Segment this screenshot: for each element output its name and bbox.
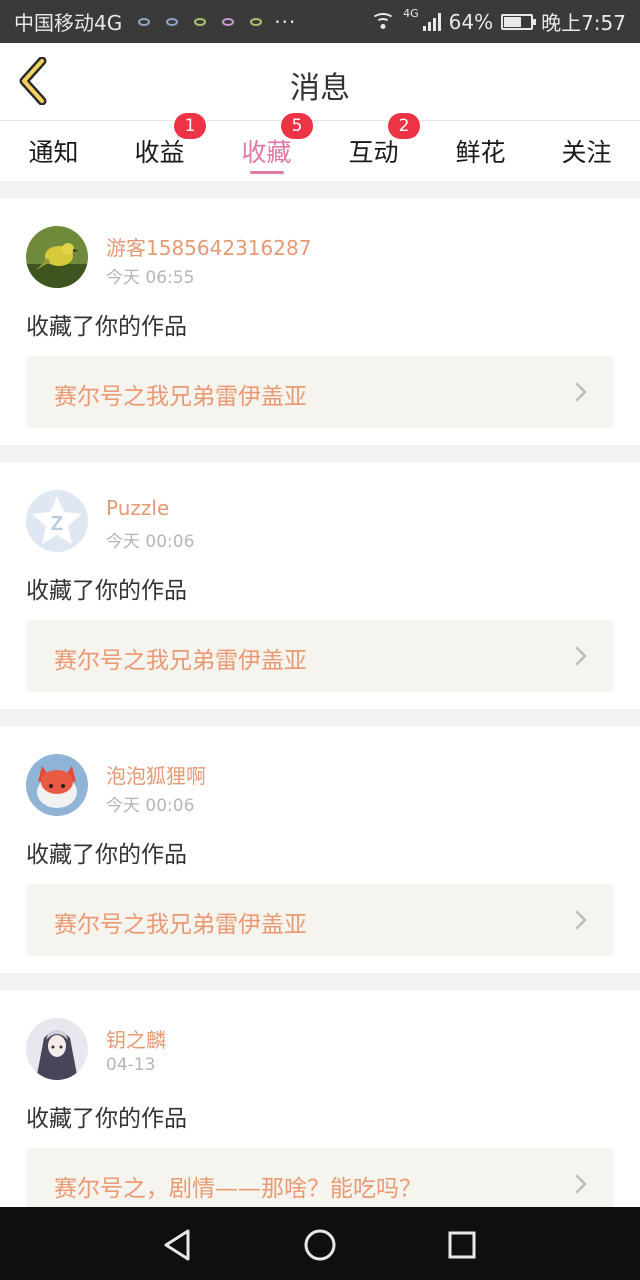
action-text: 收藏了你的作品: [26, 842, 187, 868]
app-header: 消息: [0, 43, 640, 121]
avatar[interactable]: [26, 754, 88, 816]
triangle-back-icon[interactable]: [158, 1225, 198, 1265]
status-bar: 中国移动4G ··· 4G 64% 晚上7:57: [0, 0, 640, 43]
tab-bar: 通知 收益 1 收藏 5 互动 2 鲜花 关注: [0, 113, 640, 181]
username[interactable]: 游客1585642316287: [106, 232, 311, 261]
timestamp: 今天 00:06: [106, 796, 195, 816]
notification-icon: [138, 17, 151, 26]
circle-home-icon[interactable]: [300, 1225, 340, 1265]
work-link[interactable]: 赛尔号之我兄弟雷伊盖亚: [26, 620, 614, 692]
clock: 晚上7:57: [541, 11, 626, 35]
tab-label: 收益: [134, 138, 185, 167]
tab-1[interactable]: 收益 1: [106, 113, 213, 181]
active-tab-underline: [249, 171, 284, 174]
avatar[interactable]: Z: [26, 490, 88, 552]
message-card: 游客1585642316287 今天 06:55 收藏了你的作品赛尔号之我兄弟雷伊盖…: [0, 199, 640, 445]
tab-badge: 2: [388, 113, 420, 139]
chevron-right-icon: [575, 646, 587, 666]
battery-icon: [501, 13, 537, 30]
avatar[interactable]: [26, 226, 88, 288]
tab-0[interactable]: 通知: [0, 121, 107, 181]
message-list: 游客1585642316287 今天 06:55 收藏了你的作品 赛尔号之我兄弟雷伊盖…: [0, 199, 640, 1255]
timestamp: 04-13: [106, 1055, 156, 1075]
notification-icon: [194, 17, 207, 26]
tab-label: 鲜花: [455, 138, 506, 167]
username[interactable]: Puzzle: [106, 496, 169, 520]
timestamp: 今天 00:06: [106, 532, 195, 552]
message-card: Z Puzzle 今天 00:06 收藏了你的作品赛尔号之我兄弟雷伊盖亚: [0, 463, 640, 709]
username[interactable]: 钥之麟: [106, 1024, 166, 1053]
message-card: 泡泡狐狸啊今天 00:06 收藏了你的作品赛尔号之我兄弟雷伊盖亚: [0, 727, 640, 973]
more-notifications-icon: ···: [274, 9, 297, 34]
message-card: 钥之麟 04-13 收藏了你的作品赛尔号之，剧情——那啥？能吃吗？: [0, 991, 640, 1237]
chevron-right-icon: [575, 910, 587, 930]
action-text: 收藏了你的作品: [26, 578, 187, 604]
work-link[interactable]: 赛尔号之我兄弟雷伊盖亚: [26, 356, 614, 428]
work-title: 赛尔号之，剧情——那啥？能吃吗？: [54, 1176, 422, 1202]
page-title: 消息: [290, 71, 350, 106]
system-nav-bar: [0, 1207, 640, 1280]
work-title: 赛尔号之我兄弟雷伊盖亚: [54, 648, 307, 674]
avatar[interactable]: [26, 1018, 88, 1080]
action-text: 收藏了你的作品: [26, 1106, 187, 1132]
timestamp: 今天 06:55: [106, 268, 195, 288]
tab-label: 关注: [561, 138, 612, 167]
tab-label: 互动: [348, 138, 399, 167]
tab-3[interactable]: 互动 2: [320, 113, 427, 181]
tab-4[interactable]: 鲜花: [427, 121, 534, 181]
tab-label: 收藏: [241, 138, 292, 167]
work-title: 赛尔号之我兄弟雷伊盖亚: [54, 384, 307, 410]
tab-badge: 5: [281, 113, 313, 139]
action-text: 收藏了你的作品: [26, 314, 187, 340]
tab-label: 通知: [28, 138, 79, 167]
svg-text:Z: Z: [51, 513, 63, 535]
notification-icon: [222, 17, 235, 26]
network-type-label: 4G: [403, 7, 419, 20]
chevron-right-icon: [575, 1174, 587, 1194]
battery-percent: 64%: [448, 9, 494, 34]
work-title: 赛尔号之我兄弟雷伊盖亚: [54, 912, 307, 938]
tab-2[interactable]: 收藏 5: [213, 113, 320, 181]
signal-icon: [422, 12, 441, 31]
carrier-label: 中国移动4G: [14, 11, 123, 35]
wifi-icon: [371, 12, 396, 31]
tab-badge: 1: [174, 113, 206, 139]
square-recents-icon[interactable]: [442, 1225, 482, 1265]
tab-5[interactable]: 关注: [533, 121, 640, 181]
chevron-right-icon: [575, 382, 587, 402]
notification-icon: [250, 17, 263, 26]
work-link[interactable]: 赛尔号之我兄弟雷伊盖亚: [26, 884, 614, 956]
notification-icon: [166, 17, 179, 26]
username[interactable]: 泡泡狐狸啊: [106, 760, 206, 789]
